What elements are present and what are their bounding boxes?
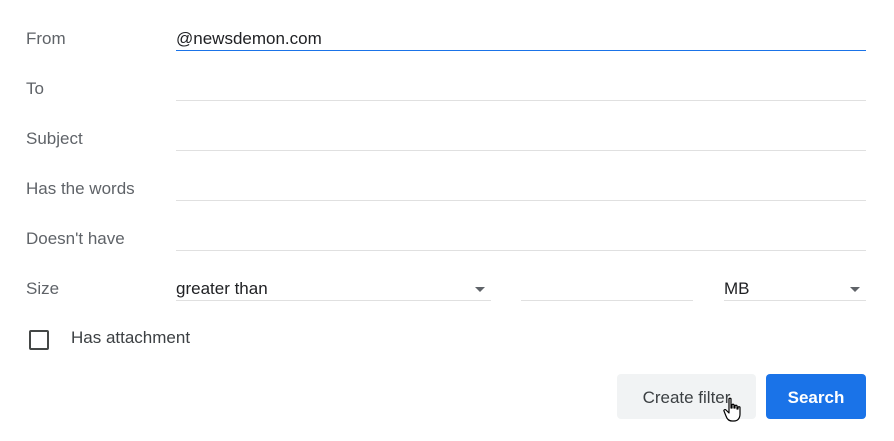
doesnt-have-input[interactable] — [176, 228, 866, 251]
to-input[interactable] — [176, 78, 866, 101]
caret-down-icon — [475, 287, 485, 292]
has-attachment-label: Has attachment — [71, 328, 191, 347]
size-unit-select[interactable]: MB — [724, 278, 866, 301]
size-value-input[interactable] — [521, 278, 693, 301]
size-operator-select[interactable]: greater than — [176, 278, 491, 301]
subject-input[interactable] — [176, 128, 866, 151]
doesnt-have-row: Doesn't have — [0, 214, 894, 264]
subject-label: Subject — [26, 129, 83, 148]
has-words-row: Has the words — [0, 164, 894, 214]
from-input[interactable] — [176, 28, 866, 51]
caret-down-icon — [850, 287, 860, 292]
size-unit-value: MB — [724, 279, 750, 298]
size-label: Size — [26, 279, 60, 298]
to-label: To — [26, 79, 44, 98]
search-button[interactable]: Search — [766, 374, 866, 419]
subject-row: Subject — [0, 114, 894, 164]
from-row: From — [0, 14, 894, 64]
has-words-label: Has the words — [26, 179, 135, 198]
size-operator-value: greater than — [176, 279, 268, 298]
size-row: Size greater than MB — [0, 264, 894, 314]
search-filter-panel: From To Subject Has the words Doesn't ha… — [0, 0, 894, 441]
has-words-input[interactable] — [176, 178, 866, 201]
doesnt-have-label: Doesn't have — [26, 229, 125, 248]
hand-pointer-icon — [723, 397, 741, 422]
has-attachment-checkbox[interactable] — [29, 330, 49, 350]
to-row: To — [0, 64, 894, 114]
from-label: From — [26, 29, 66, 48]
